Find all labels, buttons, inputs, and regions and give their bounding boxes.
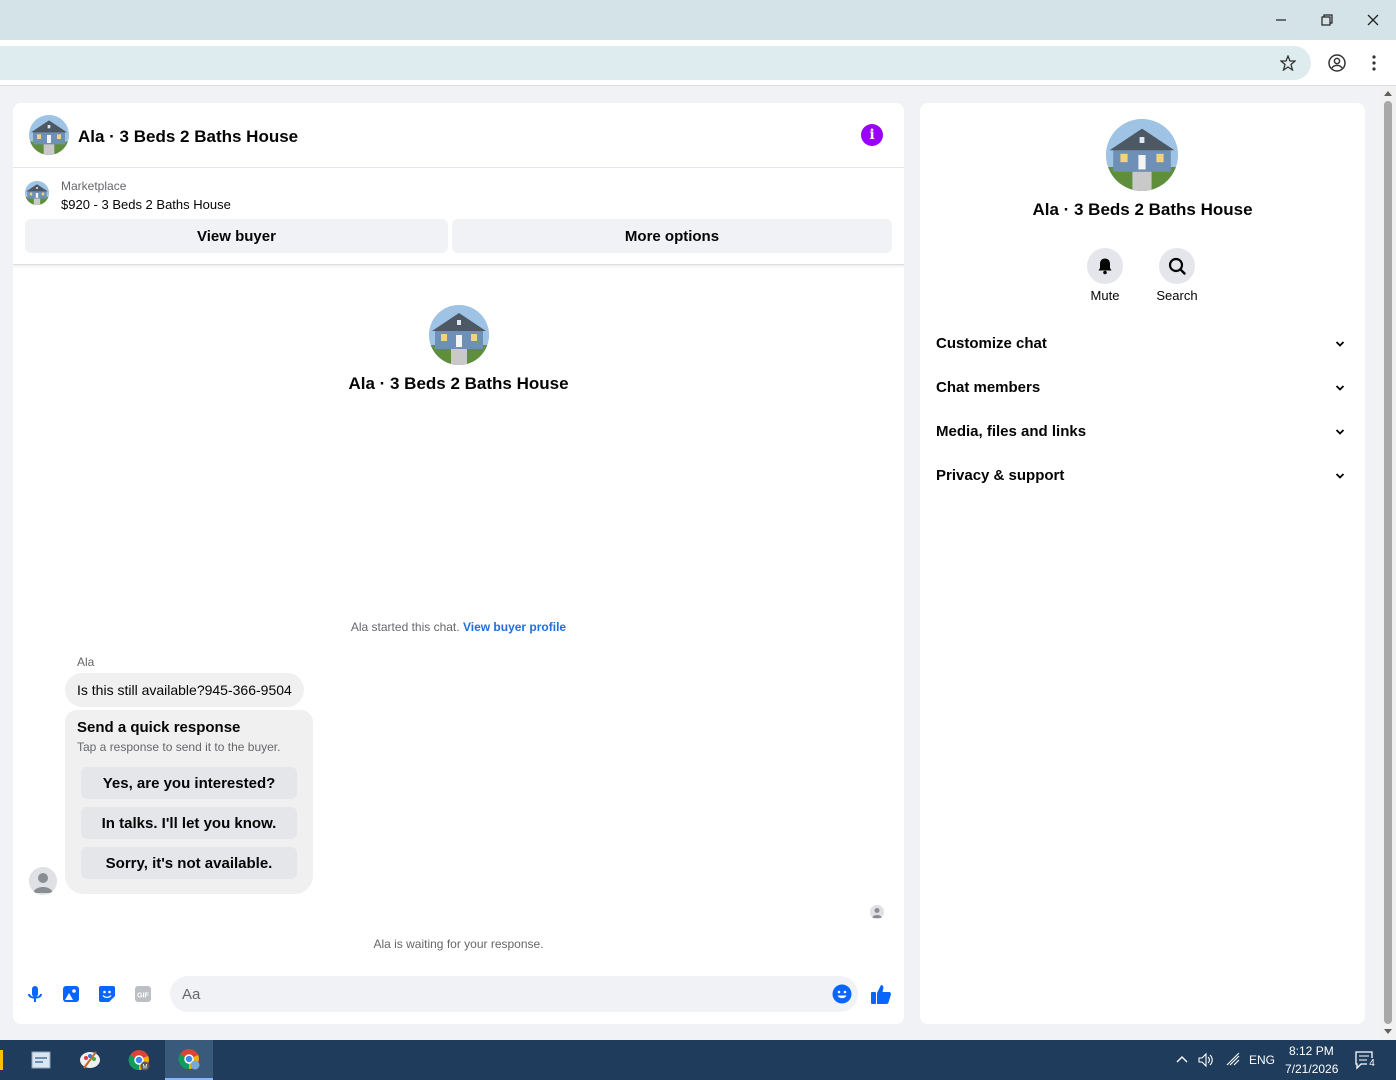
network-icon[interactable] (1226, 1052, 1242, 1073)
notification-icon[interactable]: 4 (1355, 1051, 1377, 1076)
close-button[interactable] (1350, 0, 1396, 40)
chat-avatar[interactable] (29, 115, 69, 155)
clock-date[interactable]: 7/21/2026 (1285, 1062, 1338, 1076)
message-input-container (170, 976, 858, 1012)
chevron-down-icon (1335, 385, 1345, 391)
seen-indicator-avatar (870, 905, 884, 919)
quick-response-yes[interactable]: Yes, are you interested? (81, 767, 297, 799)
search-label: Search (1156, 288, 1198, 303)
quick-response-card: Send a quick response Tap a response to … (65, 710, 313, 894)
scrollbar-thumb[interactable] (1384, 101, 1392, 1024)
info-name: Ala · 3 Beds 2 Baths House (1032, 200, 1253, 219)
paint-taskbar-icon[interactable] (66, 1040, 114, 1080)
start-edge (0, 1050, 3, 1070)
address-bar[interactable] (0, 46, 1311, 80)
photo-icon[interactable] (60, 983, 82, 1005)
media-files-links-section[interactable]: Media, files and links (920, 412, 1365, 452)
accordion-label: Media, files and links (936, 423, 1087, 440)
browser-toolbar (0, 40, 1396, 86)
quick-response-title: Send a quick response (77, 719, 241, 736)
language-indicator[interactable]: ENG (1249, 1053, 1275, 1067)
more-options-button[interactable]: More options (452, 219, 892, 253)
message-input[interactable] (182, 976, 822, 1012)
sender-avatar[interactable] (29, 867, 57, 895)
chevron-down-icon (1335, 341, 1345, 347)
quick-response-subtitle: Tap a response to send it to the buyer. (77, 740, 281, 754)
bookmark-star-icon[interactable] (1275, 50, 1301, 76)
chevron-down-icon (1335, 473, 1345, 479)
waiting-notice: Ala is waiting for your response. (373, 937, 544, 951)
microphone-icon[interactable] (24, 983, 46, 1005)
search-button[interactable]: Search (1147, 248, 1207, 303)
browser-titlebar (0, 0, 1396, 40)
sender-name: Ala (77, 655, 95, 669)
chat-title[interactable]: Ala · 3 Beds 2 Baths House (78, 127, 298, 147)
svg-text:GIF: GIF (137, 993, 149, 1000)
windows-taskbar: M ENG 8:12 PM 7/21/2026 4 (0, 1040, 1396, 1080)
info-icon[interactable]: i (861, 124, 883, 146)
message-bubble[interactable]: Is this still available?945-366-9504 (65, 673, 304, 707)
restore-button[interactable] (1304, 0, 1350, 40)
mute-button[interactable]: Mute (1075, 248, 1135, 303)
file-explorer-taskbar-icon[interactable] (17, 1040, 65, 1080)
chat-started-text: Ala started this chat. (350, 620, 460, 634)
scroll-up-arrow[interactable] (1384, 91, 1392, 96)
quick-response-not-available[interactable]: Sorry, it's not available. (81, 847, 297, 879)
minimize-button[interactable] (1258, 0, 1304, 40)
accordion-label: Chat members (936, 379, 1041, 396)
mute-label: Mute (1090, 288, 1120, 303)
profile-icon[interactable] (1324, 50, 1350, 76)
accordion-label: Customize chat (936, 335, 1047, 352)
accordion-label: Privacy & support (936, 467, 1065, 484)
listing-thumbnail[interactable] (25, 181, 49, 205)
clock-time[interactable]: 8:12 PM (1289, 1044, 1334, 1058)
gif-icon[interactable]: GIF (132, 983, 154, 1005)
bell-icon[interactable] (1087, 248, 1123, 284)
quick-response-in-talks[interactable]: In talks. I'll let you know. (81, 807, 297, 839)
view-buyer-button[interactable]: View buyer (25, 219, 448, 253)
privacy-support-section[interactable]: Privacy & support (920, 456, 1365, 496)
browser-menu-icon[interactable] (1361, 50, 1387, 76)
volume-icon[interactable] (1198, 1052, 1214, 1073)
emoji-icon[interactable] (832, 984, 852, 1004)
chat-members-section[interactable]: Chat members (920, 368, 1365, 408)
chat-started-notice: Ala started this chat. View buyer profil… (13, 620, 904, 634)
profile-avatar[interactable] (429, 305, 489, 365)
svg-text:M: M (143, 1065, 148, 1071)
chat-header: Ala · 3 Beds 2 Baths House i (13, 103, 904, 168)
view-buyer-profile-link[interactable]: View buyer profile (463, 620, 566, 634)
profile-name: Ala · 3 Beds 2 Baths House (348, 374, 569, 393)
marketplace-listing: Marketplace $920 - 3 Beds 2 Baths House … (13, 169, 904, 265)
chevron-down-icon (1335, 429, 1345, 435)
info-avatar[interactable] (1106, 119, 1178, 191)
chrome-taskbar-icon[interactable]: M (115, 1040, 163, 1080)
chat-panel: Ala · 3 Beds 2 Baths House i Marketplace… (13, 103, 904, 1024)
customize-chat-section[interactable]: Customize chat (920, 324, 1365, 364)
notification-count-badge: 4 (1367, 1058, 1377, 1070)
sticker-icon[interactable] (96, 983, 118, 1005)
thumbs-up-icon[interactable] (870, 983, 892, 1005)
listing-title[interactable]: $920 - 3 Beds 2 Baths House (61, 197, 231, 212)
page-scrollbar[interactable] (1380, 87, 1396, 1040)
scroll-down-arrow[interactable] (1384, 1029, 1392, 1034)
search-icon[interactable] (1159, 248, 1195, 284)
conversation-info-panel: Ala · 3 Beds 2 Baths House Mute Search C… (920, 103, 1365, 1024)
marketplace-label: Marketplace (61, 179, 127, 193)
chevron-up-icon[interactable] (1175, 1053, 1189, 1072)
chrome-active-taskbar-icon[interactable] (165, 1040, 213, 1080)
